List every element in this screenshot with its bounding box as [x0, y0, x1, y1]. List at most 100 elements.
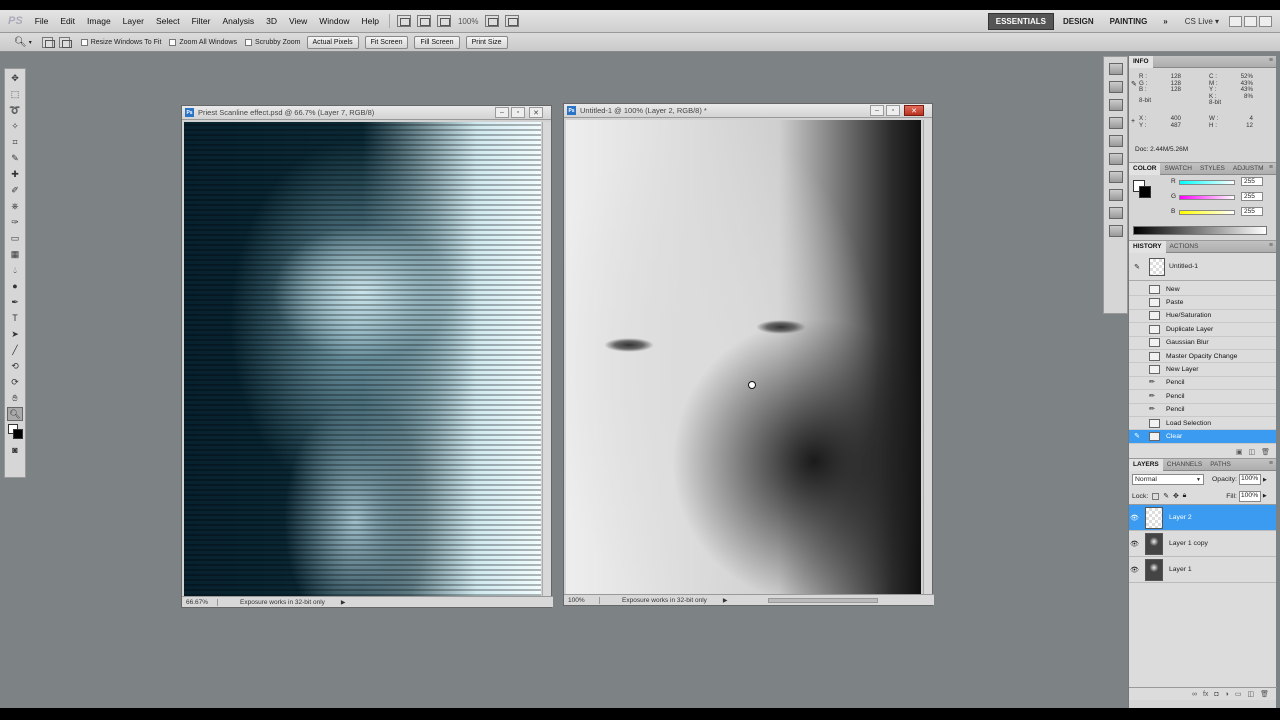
- menu-3d[interactable]: 3D: [260, 16, 283, 26]
- eyedropper-tool-icon[interactable]: ✎: [7, 151, 23, 165]
- menu-view[interactable]: View: [283, 16, 313, 26]
- zoom-level-dropdown[interactable]: 100%: [454, 17, 482, 26]
- gradient-tool-icon[interactable]: ▦: [7, 247, 23, 261]
- character-icon[interactable]: [1108, 171, 1123, 183]
- history-item[interactable]: Gaussian Blur: [1129, 337, 1276, 350]
- tab-color[interactable]: COLOR: [1129, 162, 1161, 175]
- link-layers-icon[interactable]: ∞: [1192, 691, 1197, 698]
- panel-menu-icon[interactable]: ≡: [1269, 57, 1273, 64]
- 3d-panel-icon[interactable]: [1108, 99, 1123, 111]
- shape-tool-icon[interactable]: ╱: [7, 343, 23, 357]
- green-slider[interactable]: [1179, 195, 1235, 200]
- color-swatches[interactable]: [7, 423, 23, 441]
- blend-mode-select[interactable]: Normal ▼: [1132, 474, 1204, 485]
- green-value-input[interactable]: 255: [1241, 192, 1263, 201]
- fill-slider-arrow[interactable]: ▶: [1263, 493, 1267, 499]
- lasso-tool-icon[interactable]: ➰: [7, 103, 23, 117]
- menu-window[interactable]: Window: [313, 16, 355, 26]
- workspace-painting[interactable]: PAINTING: [1103, 14, 1155, 29]
- adjustment-layer-icon[interactable]: ◑: [1225, 691, 1229, 698]
- eye-icon[interactable]: 👁︎: [1129, 514, 1140, 522]
- tab-swatches[interactable]: SWATCH: [1160, 163, 1195, 175]
- add-mask-icon[interactable]: ◘: [1214, 691, 1218, 698]
- vertical-scrollbar[interactable]: [923, 120, 932, 594]
- new-snapshot-icon[interactable]: ◫: [1248, 448, 1255, 456]
- eye-icon[interactable]: 👁︎: [1129, 540, 1140, 548]
- notes-icon[interactable]: [1108, 207, 1123, 219]
- canvas-area[interactable]: [184, 122, 541, 596]
- more-workspaces-button[interactable]: »: [1156, 14, 1174, 29]
- panel-menu-icon[interactable]: ≡: [1269, 460, 1273, 467]
- history-item[interactable]: New Layer: [1129, 363, 1276, 377]
- actual-pixels-button[interactable]: Actual Pixels: [306, 35, 359, 49]
- restore-button[interactable]: [1244, 15, 1257, 27]
- layer-comps-icon[interactable]: [1108, 225, 1123, 237]
- blur-tool-icon[interactable]: 💧︎: [7, 263, 23, 277]
- history-snapshot[interactable]: ✎ Untitled-1: [1129, 253, 1276, 281]
- mini-bridge-icon[interactable]: [416, 15, 431, 27]
- marquee-tool-icon[interactable]: ⬚: [7, 87, 23, 101]
- history-item[interactable]: New: [1129, 283, 1276, 297]
- magic-wand-tool-icon[interactable]: ✧: [7, 119, 23, 133]
- opacity-slider-arrow[interactable]: ▶: [1263, 477, 1267, 483]
- tab-layers[interactable]: LAYERS: [1129, 458, 1163, 471]
- horizontal-scrollbar[interactable]: [767, 597, 878, 603]
- history-item[interactable]: Load Selection: [1129, 417, 1276, 431]
- hand-tool-icon[interactable]: ✋︎: [7, 391, 23, 405]
- histogram-icon[interactable]: [1108, 63, 1123, 75]
- tab-channels[interactable]: CHANNELS: [1163, 459, 1206, 471]
- cs-live-button[interactable]: CS Live ▾: [1175, 17, 1227, 26]
- history-item[interactable]: ✏︎ Pencil: [1129, 404, 1276, 417]
- 3d-orbit-tool-icon[interactable]: ⟳: [7, 375, 23, 389]
- document-title-bar[interactable]: Ps Untitled-1 @ 100% (Layer 2, RGB/8) * …: [564, 104, 932, 118]
- red-slider[interactable]: [1179, 180, 1235, 185]
- path-selection-tool-icon[interactable]: ➤: [7, 327, 23, 341]
- panel-menu-icon[interactable]: ≡: [1269, 242, 1273, 249]
- view-extras-icon[interactable]: [436, 15, 451, 27]
- layer-name[interactable]: Layer 1: [1169, 566, 1192, 573]
- tab-styles[interactable]: STYLES: [1196, 163, 1229, 175]
- doc-minimize-button[interactable]: –: [870, 105, 884, 116]
- zoom-all-windows-checkbox[interactable]: Zoom All Windows: [169, 38, 237, 46]
- menu-select[interactable]: Select: [150, 16, 186, 26]
- tab-paths[interactable]: PATHS: [1206, 459, 1235, 471]
- lock-all-icon[interactable]: 🔒︎: [1183, 492, 1187, 500]
- fit-screen-button[interactable]: Fit Screen: [364, 35, 409, 49]
- history-item[interactable]: ✏︎ Pencil: [1129, 377, 1276, 391]
- doc-close-button[interactable]: ✕: [904, 105, 924, 116]
- close-button[interactable]: [1259, 15, 1272, 27]
- blue-slider[interactable]: [1179, 210, 1235, 215]
- doc-restore-button[interactable]: ▫: [511, 107, 525, 118]
- document-title-bar[interactable]: Ps Priest Scanline effect.psd @ 66.7% (L…: [182, 106, 551, 120]
- tool-presets-icon[interactable]: [1108, 153, 1123, 165]
- fill-screen-button[interactable]: Fill Screen: [414, 35, 460, 49]
- layer-row-layer-1[interactable]: 👁︎ Layer 1: [1129, 557, 1276, 583]
- history-item[interactable]: Hue/Saturation: [1129, 310, 1276, 324]
- eraser-tool-icon[interactable]: ▭: [7, 231, 23, 245]
- layer-style-icon[interactable]: fx: [1203, 691, 1208, 698]
- resize-windows-checkbox[interactable]: Resize Windows To Fit: [80, 38, 161, 46]
- background-color-swatch[interactable]: [13, 429, 23, 439]
- doc-minimize-button[interactable]: –: [495, 107, 509, 118]
- zoom-tool-icon[interactable]: 🔍︎: [14, 37, 27, 48]
- panel-menu-icon[interactable]: ≡: [1269, 164, 1273, 171]
- blue-value-input[interactable]: 255: [1241, 207, 1263, 216]
- zoom-value[interactable]: 66.67%: [182, 598, 218, 606]
- history-brush-slot[interactable]: ✎: [1129, 432, 1145, 440]
- minimize-button[interactable]: [1229, 15, 1242, 27]
- document-window-untitled[interactable]: Ps Untitled-1 @ 100% (Layer 2, RGB/8) * …: [563, 103, 934, 606]
- new-group-icon[interactable]: ▭: [1235, 690, 1242, 698]
- menu-filter[interactable]: Filter: [186, 16, 217, 26]
- pen-tool-icon[interactable]: ✒: [7, 295, 23, 309]
- brush-tool-icon[interactable]: ✐: [7, 183, 23, 197]
- dodge-tool-icon[interactable]: ●: [7, 279, 23, 293]
- status-menu-arrow[interactable]: ▶: [341, 599, 346, 606]
- scrubby-zoom-checkbox[interactable]: Scrubby Zoom: [244, 38, 301, 46]
- arrange-documents-icon[interactable]: [485, 15, 500, 27]
- screen-mode-icon[interactable]: [505, 15, 520, 27]
- document-window-priest[interactable]: Ps Priest Scanline effect.psd @ 66.7% (L…: [181, 105, 553, 608]
- doc-close-button[interactable]: ✕: [529, 107, 543, 118]
- layer-row-layer-2[interactable]: 👁︎ Layer 2: [1129, 505, 1276, 531]
- print-size-button[interactable]: Print Size: [465, 35, 508, 49]
- lock-image-icon[interactable]: ✎: [1163, 492, 1169, 500]
